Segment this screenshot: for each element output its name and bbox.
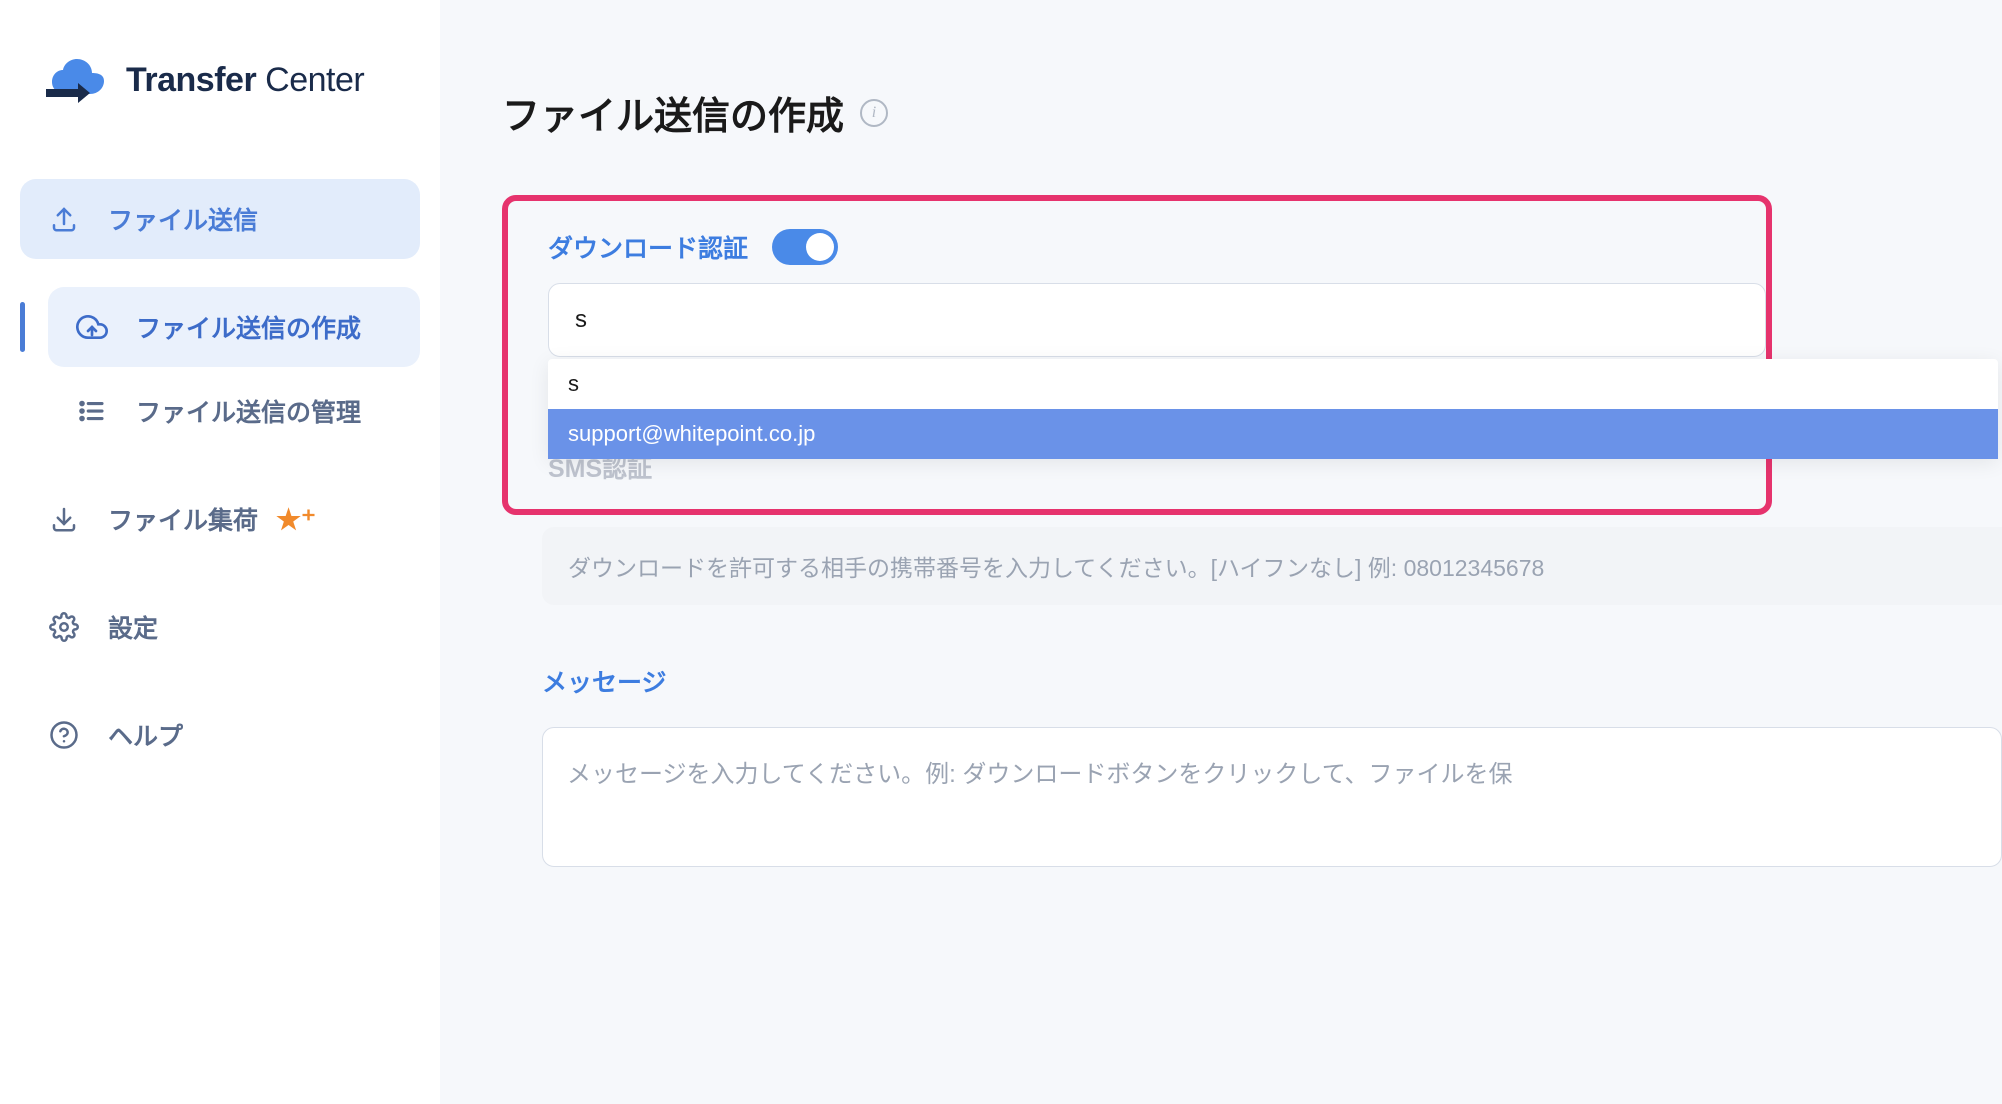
cloud-arrow-icon [40,55,110,105]
message-textarea[interactable]: メッセージを入力してください。例: ダウンロードボタンをクリックして、ファイルを… [542,727,2002,867]
email-input[interactable] [548,283,1766,357]
sidebar-item-label: ファイル送信 [108,201,258,237]
download-auth-heading: ダウンロード認証 [508,229,1766,265]
email-input-wrap: s support@whitepoint.co.jp [548,283,1766,357]
autocomplete-dropdown: s support@whitepoint.co.jp [548,359,1998,459]
sparkle-icon: ★⁺ [276,503,316,536]
highlight-box: ダウンロード認証 s support@whitepoint.co.jp SMS認… [502,195,1772,515]
sidebar-item-label: ファイル集荷 [108,501,258,537]
list-icon [76,395,108,427]
message-heading: メッセージ [502,663,2002,699]
sidebar: Transfer Center ファイル送信 ファイル送信の作成 [0,0,440,1104]
upload-icon [48,203,80,235]
logo: Transfer Center [20,55,420,105]
sidebar-item-file-send[interactable]: ファイル送信 [20,179,420,259]
sidebar-item-label: ファイル送信の管理 [136,393,361,429]
page-title: ファイル送信の作成 [502,85,844,140]
phone-input[interactable]: ダウンロードを許可する相手の携帯番号を入力してください。[ハイフンなし] 例: … [542,527,2002,605]
main-content: ファイル送信の作成 i ダウンロード認証 s support@whitepoin… [440,0,2002,1104]
help-icon [48,719,80,751]
sidebar-item-help[interactable]: ヘルプ [20,695,420,775]
sidebar-item-label: 設定 [108,609,158,645]
sidebar-item-manage-send[interactable]: ファイル送信の管理 [48,371,420,451]
message-section: メッセージ メッセージを入力してください。例: ダウンロードボタンをクリックして… [502,663,2002,867]
sidebar-item-file-collect[interactable]: ファイル集荷 ★⁺ [20,479,420,559]
sidebar-item-create-send[interactable]: ファイル送信の作成 [48,287,420,367]
download-icon [48,503,80,535]
sidebar-item-settings[interactable]: 設定 [20,587,420,667]
sidebar-item-label: ヘルプ [108,717,183,753]
dropdown-item-suggestion[interactable]: support@whitepoint.co.jp [548,409,1998,459]
info-icon[interactable]: i [860,99,888,127]
sidebar-item-label: ファイル送信の作成 [136,309,361,345]
download-auth-label: ダウンロード認証 [548,229,748,265]
gear-icon [48,611,80,643]
logo-text: Transfer Center [126,61,364,100]
cloud-upload-icon [76,311,108,343]
download-auth-toggle[interactable] [772,229,838,265]
page-title-row: ファイル送信の作成 i [502,85,2002,140]
dropdown-item-typed[interactable]: s [548,359,1998,409]
